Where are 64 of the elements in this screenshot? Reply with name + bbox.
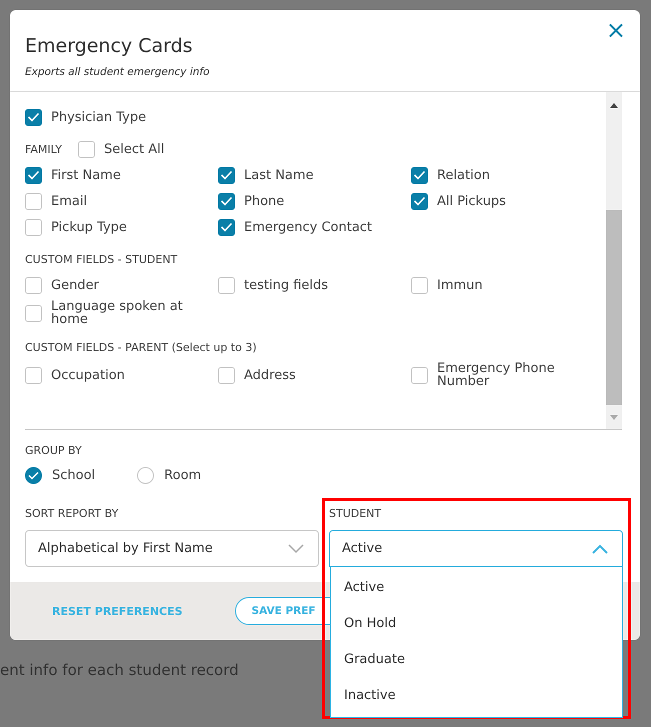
radio-button[interactable] [137, 466, 154, 484]
dialog-subtitle: Exports all student emergency info [25, 66, 211, 78]
checkbox[interactable] [218, 166, 235, 184]
checkbox[interactable] [25, 108, 42, 126]
checkbox-label: Immun [437, 278, 483, 292]
checkbox[interactable] [218, 192, 235, 210]
check-icon [220, 222, 233, 232]
checkbox-label: First Name [51, 168, 121, 182]
chevron-up-icon [592, 544, 608, 554]
check-icon [28, 470, 39, 480]
checkbox[interactable] [25, 218, 42, 236]
check-icon [27, 112, 40, 122]
checkbox[interactable] [25, 304, 42, 322]
checkbox-label: testing fields [244, 278, 328, 292]
checkbox-label: Occupation [51, 368, 125, 382]
sort-dropdown[interactable]: Alphabetical by First Name [25, 530, 319, 567]
section-heading: GROUP BY [25, 444, 83, 457]
checkbox-label: Gender [51, 278, 99, 292]
check-icon [220, 196, 233, 206]
radio-label: School [52, 468, 96, 482]
checkbox-label: Pickup Type [51, 220, 127, 234]
menu-item[interactable]: Inactive [331, 677, 622, 713]
checkbox[interactable] [411, 366, 428, 384]
section-heading: CUSTOM FIELDS - STUDENT [25, 252, 178, 266]
checkbox[interactable] [78, 140, 95, 158]
checkbox-label: Email [51, 194, 88, 208]
checkbox-label: Relation [437, 168, 490, 182]
checkbox[interactable] [411, 166, 428, 184]
checkbox[interactable] [218, 366, 235, 384]
checkbox[interactable] [25, 276, 42, 294]
checkbox-label: Phone [244, 194, 284, 208]
background-text: ent info for each student record [0, 661, 239, 679]
checkbox-label: Last Name [244, 168, 314, 182]
checkbox-label: Physician Type [51, 110, 146, 124]
checkbox-label: Emergency Contact [244, 220, 372, 234]
check-icon [413, 196, 426, 206]
dialog-title: Emergency Cards [25, 35, 194, 57]
check-icon [413, 170, 426, 180]
checkbox[interactable] [25, 192, 42, 210]
scroll-thumb[interactable] [606, 210, 622, 405]
checkbox-label: All Pickups [437, 194, 506, 208]
check-icon [220, 170, 233, 180]
checkbox[interactable] [218, 218, 235, 236]
checkbox-label: Emergency Phone Number [437, 362, 556, 388]
check-icon [27, 170, 40, 180]
scrollbar[interactable] [606, 92, 622, 429]
chevron-down-icon [288, 544, 304, 554]
checkbox[interactable] [218, 276, 235, 294]
menu-item[interactable]: Graduate [331, 641, 622, 677]
student-dropdown[interactable]: Active [329, 530, 623, 567]
section-heading: CUSTOM FIELDS - PARENT (Select up to 3) [25, 340, 257, 354]
checkbox-label: Language spoken at home [51, 300, 184, 326]
field-label: SORT REPORT BY [25, 507, 120, 520]
checkbox[interactable] [25, 366, 42, 384]
field-label: STUDENT [329, 507, 382, 520]
checkbox-label: Select All [104, 142, 164, 156]
checkbox[interactable] [411, 276, 428, 294]
close-button[interactable]: × [604, 18, 628, 42]
checkbox-label: Address [244, 368, 296, 382]
checkbox[interactable] [25, 166, 42, 184]
section-heading: FAMILY [25, 142, 62, 156]
radio-label: Room [164, 468, 202, 482]
checkbox[interactable] [411, 192, 428, 210]
radio-button[interactable] [25, 466, 42, 484]
